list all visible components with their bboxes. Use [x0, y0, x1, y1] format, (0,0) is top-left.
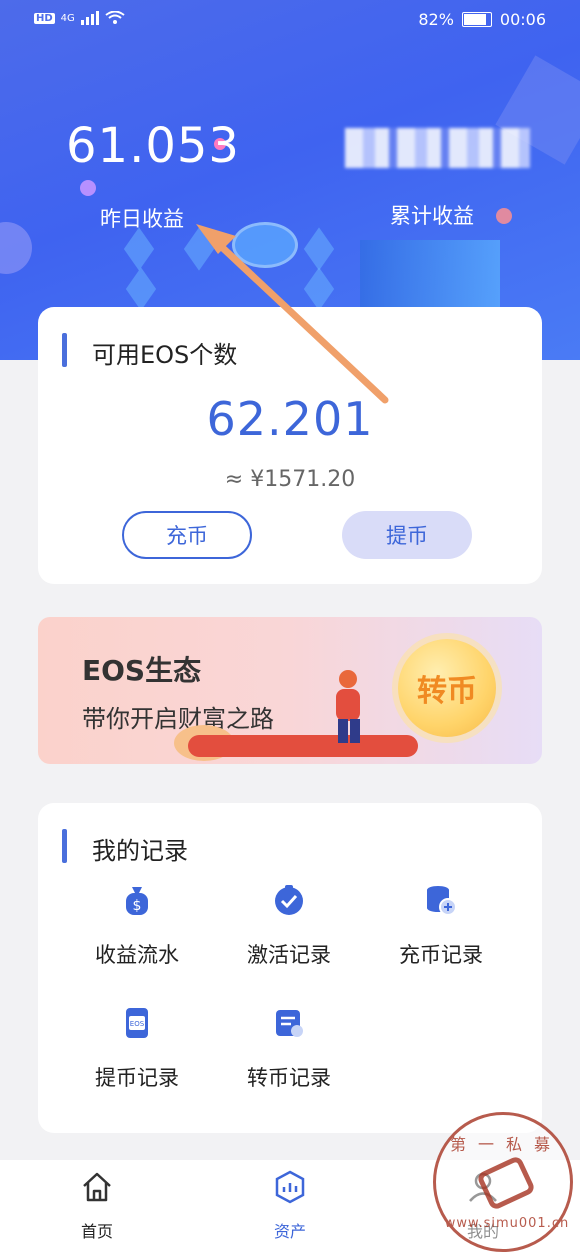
tab-home[interactable]: 首页 — [37, 1170, 157, 1242]
banner-title: EOS生态 — [82, 654, 202, 687]
bitcoin-token-icon — [232, 222, 298, 268]
decor-cube — [183, 227, 215, 271]
section-accent-bar — [62, 829, 67, 863]
decor-rail — [188, 735, 418, 757]
assets-header: HD 4G 82% 00:06 61.053 昨日收益 累计收益 — [0, 0, 580, 360]
record-item-withdraw[interactable]: EOS 提币记录 — [62, 1006, 212, 1092]
withdraw-button[interactable]: 提币 — [342, 511, 472, 559]
record-item-deposit[interactable]: 充币记录 — [366, 883, 516, 969]
deposit-button[interactable]: 充币 — [122, 511, 252, 559]
tab-label: 首页 — [80, 1222, 113, 1241]
battery-icon — [461, 12, 492, 27]
hd-badge: HD — [34, 12, 55, 24]
decor-cube — [303, 227, 335, 271]
watermark-stamp: 第一私募 www.simu001.cn — [433, 1112, 573, 1252]
check-badge-icon — [275, 885, 303, 915]
coin-stack-plus-icon — [427, 886, 457, 916]
decor-orb — [496, 208, 512, 224]
eos-balance-card: 可用EOS个数 62.201 ≈ ¥1571.20 充币 提币 — [38, 307, 542, 584]
battery-percent: 82% — [418, 10, 454, 29]
total-earnings-value-redacted — [345, 128, 530, 168]
record-item-activation[interactable]: 激活记录 — [214, 883, 364, 969]
record-item-label: 转币记录 — [247, 1066, 331, 1090]
svg-text:EOS: EOS — [130, 1020, 145, 1028]
eos-card-title: 可用EOS个数 — [92, 341, 238, 369]
watermark-url-text: www.simu001.cn — [444, 1216, 570, 1231]
tab-label: 资产 — [273, 1222, 306, 1241]
home-icon — [83, 1172, 111, 1202]
decor-cube — [125, 267, 157, 311]
svg-text:$: $ — [133, 898, 142, 914]
record-item-label: 提币记录 — [95, 1066, 179, 1090]
wifi-icon — [105, 11, 125, 24]
total-earnings-label: 累计收益 — [390, 204, 474, 228]
record-item-transfer[interactable]: 转币记录 — [214, 1006, 364, 1092]
assets-icon — [275, 1170, 305, 1204]
decor-cube — [303, 267, 335, 311]
money-bag-icon: $ — [126, 887, 148, 915]
tab-assets[interactable]: 资产 — [230, 1170, 350, 1242]
person-illustration-icon — [336, 670, 360, 743]
record-item-label: 激活记录 — [247, 943, 331, 967]
record-item-label: 充币记录 — [399, 943, 483, 967]
clock: 00:06 — [499, 10, 546, 29]
signal-icon — [80, 11, 99, 25]
banner-subtitle: 带你开启财富之路 — [82, 705, 274, 733]
transfer-doc-icon — [276, 1010, 303, 1037]
eos-ecosystem-banner[interactable]: EOS生态 带你开启财富之路 转币 — [38, 617, 542, 764]
section-accent-bar — [62, 333, 67, 367]
decor-orb — [0, 222, 32, 274]
records-card: 我的记录 $ 收益流水 激活记录 充币记录 EOS 提币记录 转币记录 — [38, 803, 542, 1133]
eos-count-value: 62.201 — [206, 392, 374, 446]
record-item-label: 收益流水 — [95, 943, 179, 967]
watermark-top-text: 第一私募 — [449, 1135, 562, 1154]
yesterday-earnings-value: 61.053 — [66, 118, 240, 174]
eos-card-icon: EOS — [126, 1008, 148, 1038]
eos-cny-value: ≈ ¥1571.20 — [224, 467, 356, 492]
status-bar: HD 4G 82% 00:06 — [0, 0, 580, 40]
transfer-coin-button[interactable]: 转币 — [398, 639, 496, 737]
watermark-logo-icon — [475, 1154, 537, 1212]
decor-orb — [80, 180, 96, 196]
records-title: 我的记录 — [92, 837, 188, 865]
decor-cube — [123, 227, 155, 271]
network-badge: 4G — [60, 12, 75, 24]
yesterday-earnings-label: 昨日收益 — [100, 207, 184, 231]
record-item-earnings[interactable]: $ 收益流水 — [62, 883, 212, 969]
